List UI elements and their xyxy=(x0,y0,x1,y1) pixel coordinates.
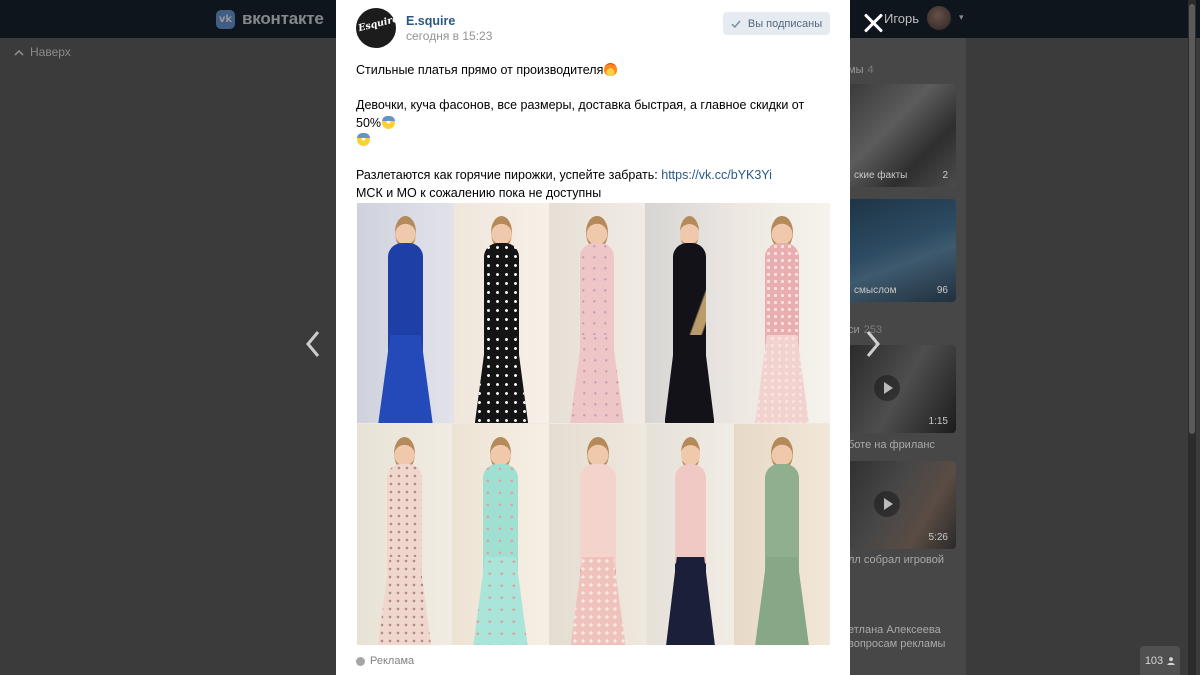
fire-emoji-icon xyxy=(604,63,618,76)
user-menu[interactable]: Игорь ▾ xyxy=(884,6,964,30)
close-icon[interactable] xyxy=(860,10,886,36)
sidebar-card-caption: ские факты xyxy=(854,170,908,181)
chevron-right-icon[interactable] xyxy=(863,328,883,360)
post-text-line: Девочки, куча фасонов, все размеры, дост… xyxy=(356,97,831,150)
dress-skirt xyxy=(664,335,715,423)
ad-label-text: Реклама xyxy=(370,655,415,667)
ad-label[interactable]: Реклама xyxy=(356,655,414,667)
post-text-line: МСК и МО к сожалению пока не доступны xyxy=(356,185,602,200)
scream-emoji-icon xyxy=(357,133,370,146)
chevron-up-icon xyxy=(14,49,24,56)
scrollbar-thumb[interactable] xyxy=(1189,4,1195,434)
vk-logo-text: вконтакте xyxy=(242,9,324,28)
sidebar-video-title[interactable]: боте на фриланс xyxy=(848,438,935,452)
sidebar-video-duration: 1:15 xyxy=(928,416,948,427)
sidebar-card-caption: смыслом xyxy=(854,285,897,296)
sidebar-card-count: 96 xyxy=(936,285,948,296)
online-count: 103 xyxy=(1144,654,1164,667)
user-avatar xyxy=(927,6,952,30)
dress-skirt xyxy=(377,556,432,645)
vk-logo-icon: vk xyxy=(216,9,235,29)
sidebar-video-title[interactable]: лл собрал игровой xyxy=(848,553,944,567)
dress-photo[interactable] xyxy=(549,203,645,423)
chevron-down-icon: ▾ xyxy=(959,13,964,23)
post-author-name[interactable]: E.squire xyxy=(406,14,455,28)
dress-photo[interactable] xyxy=(645,203,734,423)
sidebar-album-card[interactable]: ские факты 2 xyxy=(848,84,956,187)
dress-skirt xyxy=(473,556,528,645)
scream-emoji-icon xyxy=(382,115,396,129)
sidebar-heading-count: 4 xyxy=(867,64,874,76)
person-icon xyxy=(1167,656,1175,665)
post-text: Стильные платья прямо от производителя Д… xyxy=(356,62,831,202)
sidebar-contact-name[interactable]: етлана Алексеева xyxy=(848,623,941,637)
scroll-up-button[interactable]: Наверх xyxy=(14,45,71,59)
ad-info-icon xyxy=(356,656,365,666)
chevron-left-icon[interactable] xyxy=(303,328,323,360)
dress-photo[interactable] xyxy=(452,424,549,645)
sidebar-album-card[interactable]: смыслом 96 xyxy=(848,199,956,302)
dress-skirt xyxy=(570,335,624,423)
dress-photo[interactable] xyxy=(734,203,830,423)
post-date[interactable]: сегодня в 15:23 xyxy=(406,29,492,43)
dress-photo[interactable] xyxy=(357,424,452,645)
play-icon xyxy=(874,375,900,401)
dress-skirt xyxy=(570,556,626,645)
dress-photo[interactable] xyxy=(549,424,647,645)
dress-photo[interactable] xyxy=(647,424,734,645)
post-text-line: Стильные платья прямо от производителя xyxy=(356,62,831,80)
post-photo-collage[interactable] xyxy=(357,203,830,645)
sidebar-contact-role: вопросам рекламы xyxy=(848,638,946,650)
post-text-line: Разлетаются как горячие пирожки, успейте… xyxy=(356,168,772,182)
page-scrollbar[interactable] xyxy=(1188,0,1196,675)
user-name: Игорь xyxy=(884,10,920,26)
sidebar-card-count: 2 xyxy=(942,170,948,181)
sidebar-video-card[interactable]: 5:26 xyxy=(848,461,956,549)
online-friends-badge[interactable]: 103 xyxy=(1140,646,1180,675)
vk-logo[interactable]: vk вконтакте xyxy=(216,9,324,29)
play-icon xyxy=(874,491,900,517)
dress-skirt xyxy=(755,556,809,645)
dress-skirt xyxy=(755,335,809,423)
dress-skirt xyxy=(474,335,529,423)
dress-photo[interactable] xyxy=(734,424,830,645)
dress-skirt xyxy=(378,335,433,423)
post-link[interactable]: https://vk.cc/bYK3Yi xyxy=(661,168,772,182)
avatar-logo-text: Esquire xyxy=(357,13,396,35)
sidebar-heading-photos[interactable]: мы 4 xyxy=(848,64,874,76)
sidebar-video-duration: 5:26 xyxy=(928,532,948,543)
sidebar-heading-label: мы xyxy=(848,64,864,76)
subscribed-button[interactable]: Вы подписаны xyxy=(723,12,830,35)
check-icon xyxy=(731,20,741,28)
scroll-up-label: Наверх xyxy=(30,45,71,59)
dress-photo[interactable] xyxy=(357,203,454,423)
dress-skirt xyxy=(666,556,715,645)
subscribed-label: Вы подписаны xyxy=(747,17,823,30)
post-author-avatar[interactable]: Esquire xyxy=(356,8,396,48)
dress-photo[interactable] xyxy=(454,203,549,423)
post-card: Esquire E.squire сегодня в 15:23 Вы подп… xyxy=(336,0,850,675)
